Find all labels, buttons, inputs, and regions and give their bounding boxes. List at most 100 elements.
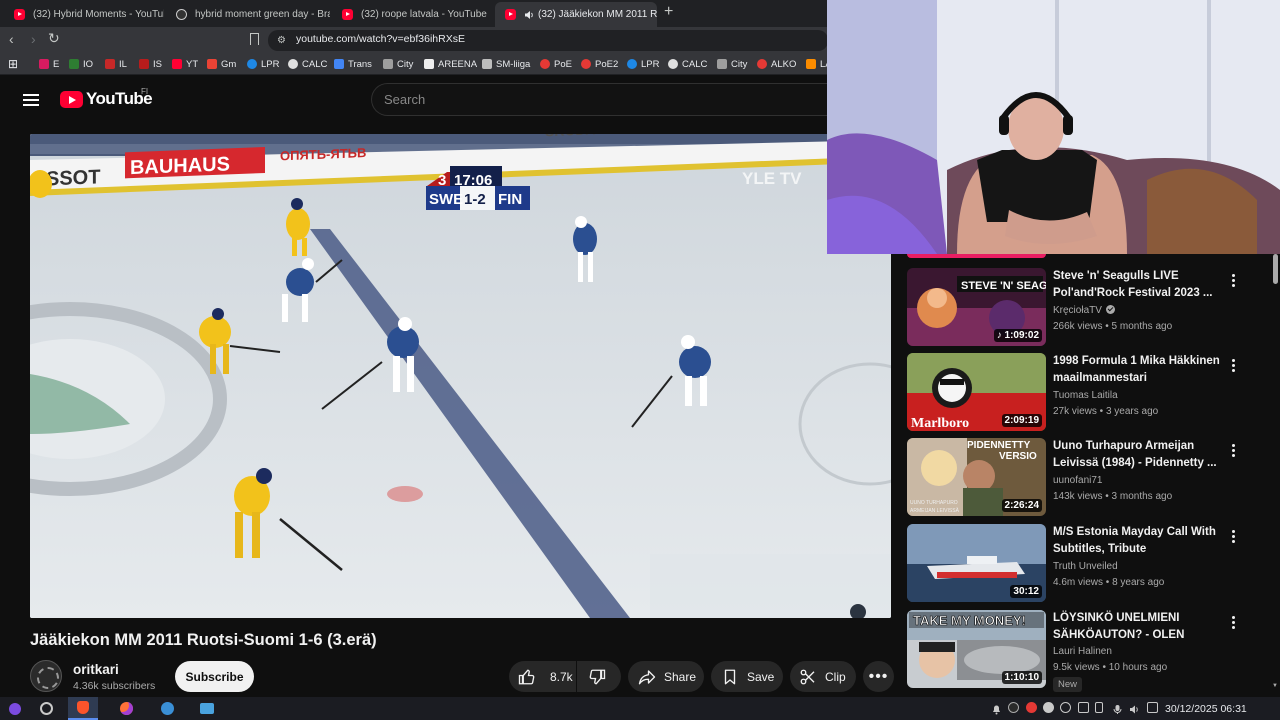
more-vertical-icon[interactable]: [1232, 444, 1236, 458]
more-vertical-icon[interactable]: [1232, 359, 1236, 373]
bookmark-is[interactable]: IS: [139, 57, 162, 71]
taskbar-app-brave[interactable]: [68, 697, 98, 720]
video-thumbnail[interactable]: STEVE 'N' SEAGULLS ♪ 1:09:02: [907, 268, 1046, 346]
bookmark-city-2[interactable]: City: [717, 57, 747, 71]
recommendation-channel[interactable]: uunofani71: [1053, 475, 1103, 486]
video-thumbnail[interactable]: 30:12: [907, 524, 1046, 602]
scoreboard-period: 3: [438, 172, 446, 189]
more-vertical-icon[interactable]: [1232, 274, 1236, 288]
bookmark-poe[interactable]: PoE: [540, 57, 572, 71]
video-duration: 30:12: [1010, 585, 1042, 598]
bookmark-trans[interactable]: Trans: [334, 57, 372, 71]
url-text[interactable]: youtube.com/watch?v=ebf36ihRXsE: [296, 33, 465, 45]
volume-icon[interactable]: [1129, 702, 1140, 714]
clipboard-icon[interactable]: [1078, 702, 1089, 713]
recommendation-title[interactable]: M/S Estonia Mayday Call With Subtitles, …: [1053, 524, 1223, 558]
recommendation-title[interactable]: Steve 'n' Seagulls LIVE Pol'and'Rock Fes…: [1053, 268, 1223, 302]
recommendation-title[interactable]: 1998 Formula 1 Mika Häkkinen maailmanmes…: [1053, 353, 1223, 387]
like-count: 8.7k: [550, 669, 573, 684]
bookmark-alko[interactable]: ALKO: [757, 57, 796, 71]
bookmark-label: YT: [186, 58, 199, 70]
sidebar-scrollbar-thumb[interactable]: [1273, 254, 1278, 284]
more-horizontal-icon: •••: [868, 667, 889, 685]
menu-icon[interactable]: [23, 94, 39, 106]
apps-grid-icon[interactable]: ⊞: [8, 57, 18, 71]
steam-tray-icon[interactable]: [1043, 702, 1054, 713]
recommendation-channel[interactable]: Tuomas Laitila: [1053, 390, 1118, 401]
browser-tab-2[interactable]: hybrid moment green day - Bra: [166, 2, 330, 27]
recommendation-item[interactable]: 30:12 M/S Estonia Mayday Call With Subti…: [907, 524, 1267, 604]
recommendation-channel[interactable]: Truth Unveiled: [1053, 561, 1118, 572]
phone-icon[interactable]: [1095, 702, 1103, 713]
video-player[interactable]: BAUHAUS SSOT ОПЯТЬ-ЯТЬВ ŠKODA YLE TV 3 1…: [30, 134, 891, 618]
recommendation-item[interactable]: PIDENNETTY VERSIO UUNO TURHAPURO ARMEIJA…: [907, 438, 1267, 518]
bookmark-il[interactable]: IL: [105, 57, 127, 71]
media-play-icon[interactable]: [1060, 702, 1071, 713]
forward-icon[interactable]: ›: [31, 31, 36, 47]
recording-icon[interactable]: [1026, 702, 1037, 713]
dislike-button[interactable]: [577, 661, 621, 692]
browser-tab-3[interactable]: (32) roope latvala - YouTube: [332, 2, 492, 27]
youtube-logo-icon[interactable]: [60, 91, 83, 108]
recommendation-item[interactable]: Marlboro 2:09:19 1998 Formula 1 Mika Häk…: [907, 353, 1267, 433]
notification-bell-icon[interactable]: [991, 702, 1002, 715]
bookmark-lpr-2[interactable]: LPR: [627, 57, 659, 71]
reload-icon[interactable]: ↻: [48, 30, 60, 47]
taskbar-app-firefox[interactable]: [111, 697, 141, 720]
recommendation-item[interactable]: STEVE 'N' SEAGULLS ♪ 1:09:02 Steve 'n' S…: [907, 268, 1267, 348]
bookmark-e[interactable]: E: [39, 57, 59, 71]
bookmark-gm[interactable]: Gm: [207, 57, 236, 71]
bookmark-poe2[interactable]: PoE2: [581, 57, 618, 71]
upload-age: 10 hours ago: [1108, 662, 1168, 673]
site-info-icon[interactable]: ⚙: [277, 35, 286, 46]
bookmark-calc[interactable]: CALC: [288, 57, 327, 71]
channel-avatar[interactable]: [30, 660, 62, 692]
video-thumbnail[interactable]: TAKE MY MONEY! 1:10:10: [907, 610, 1046, 688]
share-button[interactable]: Share: [628, 661, 704, 692]
recommendation-channel[interactable]: Lauri Halinen: [1053, 646, 1112, 657]
bookmark-io[interactable]: IO: [69, 57, 93, 71]
taskbar-app-overview[interactable]: [31, 697, 61, 720]
browser-tab-1[interactable]: (32) Hybrid Moments - YouTube: [4, 2, 164, 27]
search-input[interactable]: [371, 83, 831, 116]
bookmark-city[interactable]: City: [383, 57, 413, 71]
recommendation-title[interactable]: Uuno Turhapuro Armeijan Leivissä (1984) …: [1053, 438, 1223, 472]
scoreboard-away: FIN: [498, 191, 522, 208]
folder-icon: [200, 703, 214, 714]
back-icon[interactable]: ‹: [9, 31, 14, 47]
bookmark-calc-2[interactable]: CALC: [668, 57, 707, 71]
recommendation-item[interactable]: TAKE MY MONEY! 1:10:10 LÖYSINKÖ UNELMIEN…: [907, 610, 1267, 692]
more-actions-button[interactable]: •••: [863, 661, 894, 692]
taskbar-app-steam[interactable]: [152, 697, 182, 720]
more-vertical-icon[interactable]: [1232, 616, 1236, 630]
obs-icon[interactable]: [1008, 702, 1019, 713]
recommendation-title[interactable]: LÖYSINKÖ UNELMIENI SÄHKÖAUTON? - OLEN MY…: [1053, 610, 1223, 644]
scroll-down-icon[interactable]: ▼: [1272, 683, 1278, 689]
video-thumbnail[interactable]: PIDENNETTY VERSIO UUNO TURHAPURO ARMEIJA…: [907, 438, 1046, 516]
bookmark-label: PoE: [554, 58, 572, 70]
video-thumbnail[interactable]: Marlboro 2:09:19: [907, 353, 1046, 431]
start-menu-button[interactable]: [0, 697, 30, 720]
taskbar-clock[interactable]: 30/12/2025 06:31: [1165, 703, 1247, 715]
network-icon[interactable]: [1147, 702, 1158, 713]
browser-tab-active[interactable]: (32) Jääkiekon MM 2011 R ✕: [495, 2, 657, 27]
bookmark-sm-liiga[interactable]: SM-liiga: [482, 57, 530, 71]
new-tab-icon[interactable]: +: [664, 3, 673, 21]
recommendation-channel[interactable]: KręciołaTV: [1053, 305, 1115, 316]
bookmark-areena[interactable]: AREENA: [424, 57, 477, 71]
channel-name[interactable]: oritkari: [73, 662, 119, 677]
clip-button[interactable]: Clip: [790, 661, 856, 692]
video-frame: BAUHAUS SSOT ОПЯТЬ-ЯТЬВ ŠKODA YLE TV 3 1…: [30, 134, 891, 618]
taskbar-app-files[interactable]: [192, 697, 222, 720]
share-label: Share: [664, 669, 697, 684]
scoreboard-score: 1-2: [464, 191, 486, 208]
bookmark-lpr[interactable]: LPR: [247, 57, 279, 71]
bookmark-yt[interactable]: YT: [172, 57, 198, 71]
more-vertical-icon[interactable]: [1232, 530, 1236, 544]
microphone-icon[interactable]: [1112, 702, 1123, 714]
bookmark-page-icon[interactable]: [250, 33, 259, 45]
save-button[interactable]: Save: [711, 661, 783, 692]
bookmark-icon: [288, 59, 298, 69]
like-button[interactable]: 8.7k: [509, 661, 576, 692]
subscribe-button[interactable]: Subscribe: [175, 661, 254, 692]
